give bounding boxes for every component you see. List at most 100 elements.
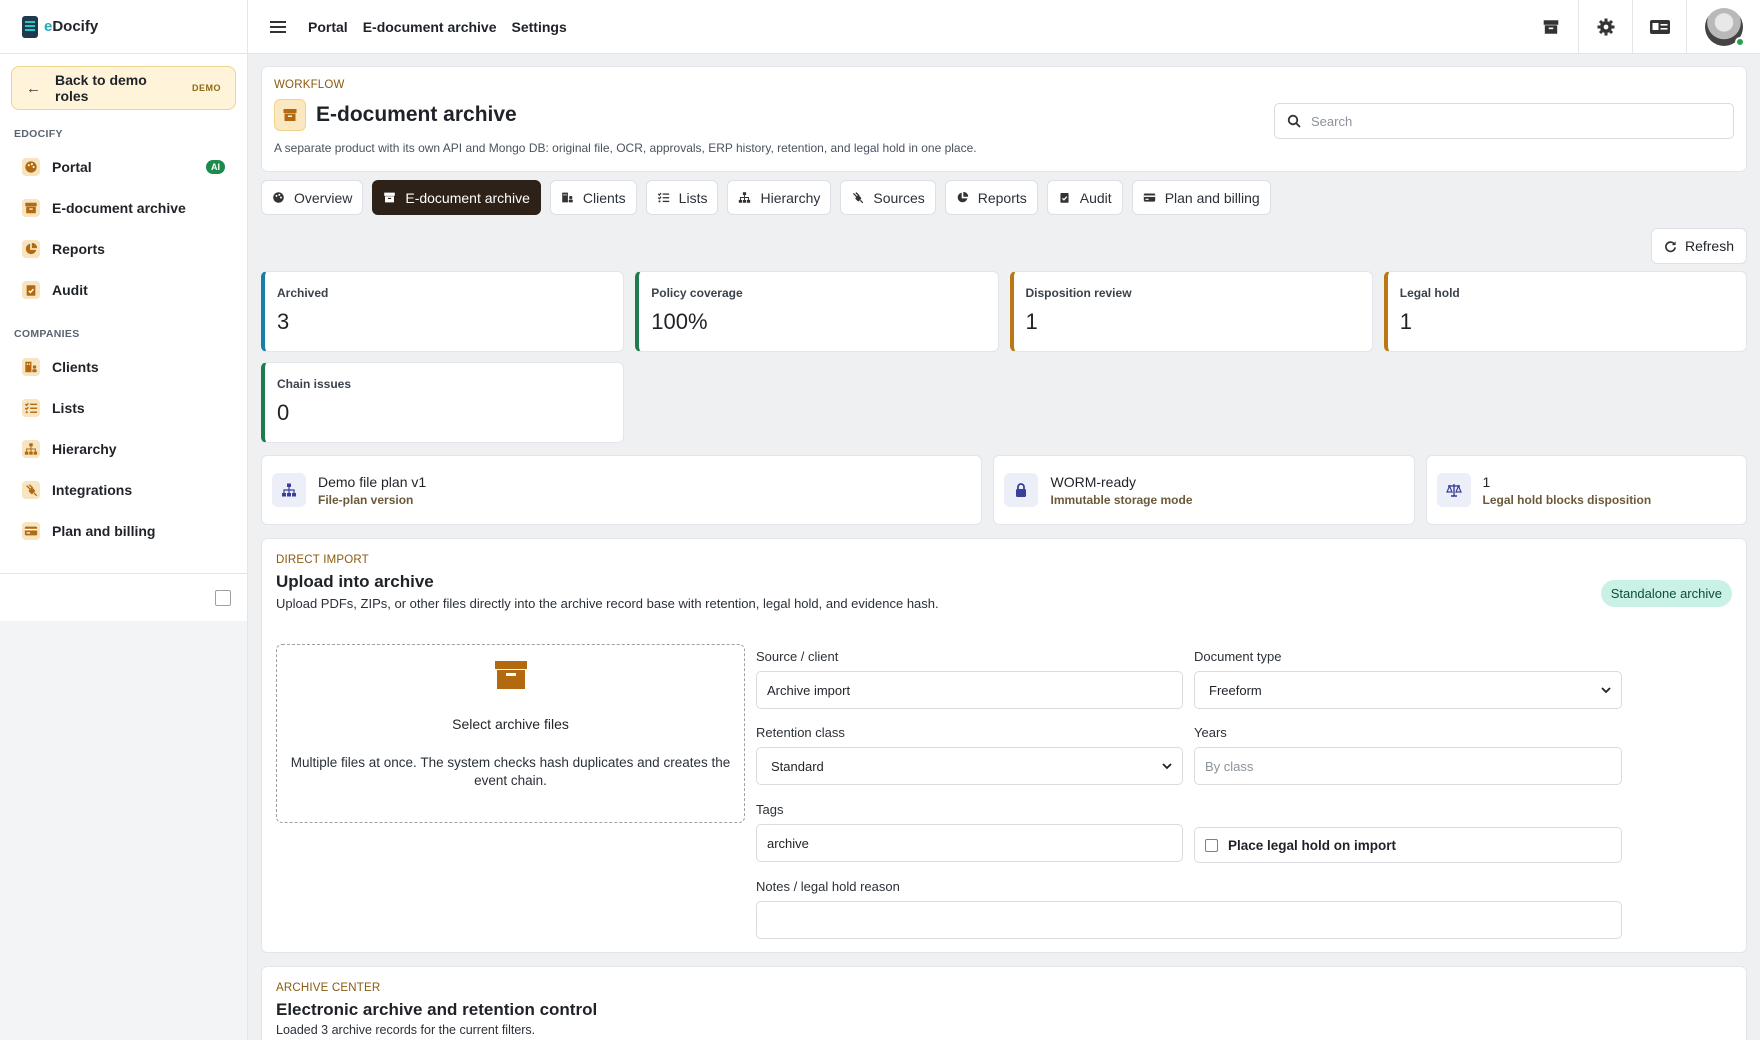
avatar: [1704, 7, 1745, 47]
tab-label: Overview: [294, 189, 353, 206]
logo-icon: [22, 15, 38, 38]
tab-overview[interactable]: Overview: [261, 180, 364, 215]
sidebar-item-reports[interactable]: Reports: [0, 228, 247, 269]
archive-icon[interactable]: [1524, 0, 1578, 54]
sidebar-item-portal[interactable]: Portal AI: [0, 146, 247, 187]
field-label: Document type: [1194, 649, 1282, 664]
sidebar-item-label: Plan and billing: [52, 522, 156, 539]
info-card-worm: WORM-ready Immutable storage mode: [993, 455, 1415, 525]
list-check-icon: [22, 398, 40, 417]
info-cards: Demo file plan v1 File-plan version WORM…: [261, 455, 1747, 525]
tab-plan-and-billing[interactable]: Plan and billing: [1131, 180, 1271, 215]
arrow-left-icon: ←: [26, 79, 41, 97]
tags-field: Tags archive: [756, 802, 1183, 862]
document-type-field: Document type Freeform: [1194, 649, 1622, 709]
demo-badge: DEMO: [192, 83, 221, 93]
tab-label: Hierarchy: [760, 189, 821, 206]
stat-card-chain-issues: Chain issues 0: [261, 362, 625, 443]
tab-clients[interactable]: Clients: [549, 180, 637, 215]
legal-hold-checkbox-row[interactable]: Place legal hold on import: [1194, 827, 1622, 863]
archive-center-title: Electronic archive and retention control: [276, 1000, 598, 1019]
upload-section: DIRECT IMPORT Upload into archive Upload…: [261, 538, 1747, 953]
credit-card-icon: [1143, 193, 1155, 202]
archive-center-description: Loaded 3 archive records for the current…: [276, 1023, 536, 1037]
tab-audit[interactable]: Audit: [1046, 180, 1123, 215]
notes-input[interactable]: [756, 901, 1622, 939]
lock-icon: [1004, 473, 1039, 507]
search-input[interactable]: [1311, 113, 1711, 129]
info-title: Demo file plan v1: [318, 473, 427, 490]
top-link-portal[interactable]: Portal: [308, 19, 348, 35]
years-input[interactable]: By class: [1194, 747, 1622, 785]
info-card-file-plan: Demo file plan v1 File-plan version: [261, 455, 983, 525]
stat-value: 100%: [651, 309, 708, 334]
tab-label: Reports: [977, 189, 1027, 206]
archive-box-icon: [384, 192, 396, 203]
plug-icon: [853, 192, 864, 204]
tab-label: Audit: [1079, 189, 1112, 206]
archive-box-icon: [274, 99, 306, 131]
archive-box-icon: [494, 661, 527, 689]
credit-card-icon: [22, 521, 40, 540]
sidebar-item-label: Lists: [52, 399, 85, 416]
tab-hierarchy[interactable]: Hierarchy: [727, 180, 832, 215]
sidebar-footer: [0, 573, 247, 621]
sidebar-item-label: Clients: [52, 358, 99, 375]
sidebar-item-lists[interactable]: Lists: [0, 387, 247, 428]
sitemap-icon: [272, 473, 306, 507]
tab-e-document-archive[interactable]: E-document archive: [372, 180, 541, 215]
back-to-demo-roles-button[interactable]: ← Back to demo roles DEMO: [11, 66, 236, 110]
sidebar-item-label: Hierarchy: [52, 440, 117, 457]
sitemap-icon: [22, 439, 40, 458]
id-card-icon[interactable]: [1632, 0, 1686, 54]
source-client-input[interactable]: Archive import: [756, 671, 1183, 709]
sidebar-item-label: Portal: [52, 158, 92, 175]
document-type-select[interactable]: Freeform: [1194, 671, 1622, 709]
plug-icon: [22, 480, 40, 499]
sidebar-item-plan-and-billing[interactable]: Plan and billing: [0, 510, 247, 551]
tab-reports[interactable]: Reports: [944, 180, 1038, 215]
chevron-down-icon: [1601, 687, 1611, 694]
refresh-icon: [1665, 240, 1676, 252]
brand-logo[interactable]: eDocify: [0, 0, 247, 54]
stat-label: Disposition review: [1025, 286, 1132, 300]
sidebar-item-clients[interactable]: Clients: [0, 346, 247, 387]
ai-badge: AI: [206, 159, 225, 174]
top-link-e-document-archive[interactable]: E-document archive: [363, 19, 497, 35]
refresh-button[interactable]: Refresh: [1650, 228, 1747, 264]
dropzone-description: Multiple files at once. The system check…: [290, 755, 731, 789]
page-eyebrow: WORKFLOW: [274, 79, 345, 91]
tags-input[interactable]: archive: [756, 824, 1183, 862]
archive-center-section: ARCHIVE CENTER Electronic archive and re…: [261, 966, 1747, 1040]
sidebar: eDocify ← Back to demo roles DEMO EDOCIF…: [0, 0, 248, 1040]
archive-center-eyebrow: ARCHIVE CENTER: [276, 982, 381, 994]
retention-class-select[interactable]: Standard: [756, 747, 1183, 785]
dropzone-title: Select archive files: [452, 716, 569, 732]
top-link-settings[interactable]: Settings: [512, 19, 567, 35]
sidebar-section-companies: COMPANIES: [14, 328, 80, 340]
hamburger-menu-icon[interactable]: [270, 20, 286, 33]
sidebar-item-audit[interactable]: Audit: [0, 269, 247, 310]
notes-field: Notes / legal hold reason: [756, 879, 1622, 939]
clipboard-check-icon: [22, 280, 40, 299]
stats-grid: Archived 3 Policy coverage 100% Disposit…: [261, 271, 1747, 443]
chevron-down-icon: [1162, 763, 1172, 770]
select-value: Standard: [771, 758, 824, 774]
tab-lists[interactable]: Lists: [645, 180, 719, 215]
sidebar-item-e-document-archive[interactable]: E-document archive: [0, 187, 247, 228]
search-box[interactable]: [1274, 103, 1734, 139]
sidebar-item-label: Reports: [52, 240, 105, 257]
file-dropzone[interactable]: Select archive files Multiple files at o…: [276, 644, 745, 823]
field-label: Notes / legal hold reason: [756, 879, 900, 894]
archive-box-icon: [22, 198, 40, 217]
building-users-icon: [22, 357, 40, 376]
sidebar-item-hierarchy[interactable]: Hierarchy: [0, 428, 247, 469]
tab-sources[interactable]: Sources: [840, 180, 936, 215]
tab-bar: Overview E-document archive Clients List…: [261, 180, 1747, 215]
legal-hold-checkbox[interactable]: [1205, 838, 1218, 852]
palette-icon: [273, 192, 284, 203]
user-avatar[interactable]: [1686, 0, 1760, 54]
collapse-sidebar-icon[interactable]: [215, 590, 231, 606]
sidebar-item-integrations[interactable]: Integrations: [0, 469, 247, 510]
gear-icon[interactable]: [1578, 0, 1632, 54]
